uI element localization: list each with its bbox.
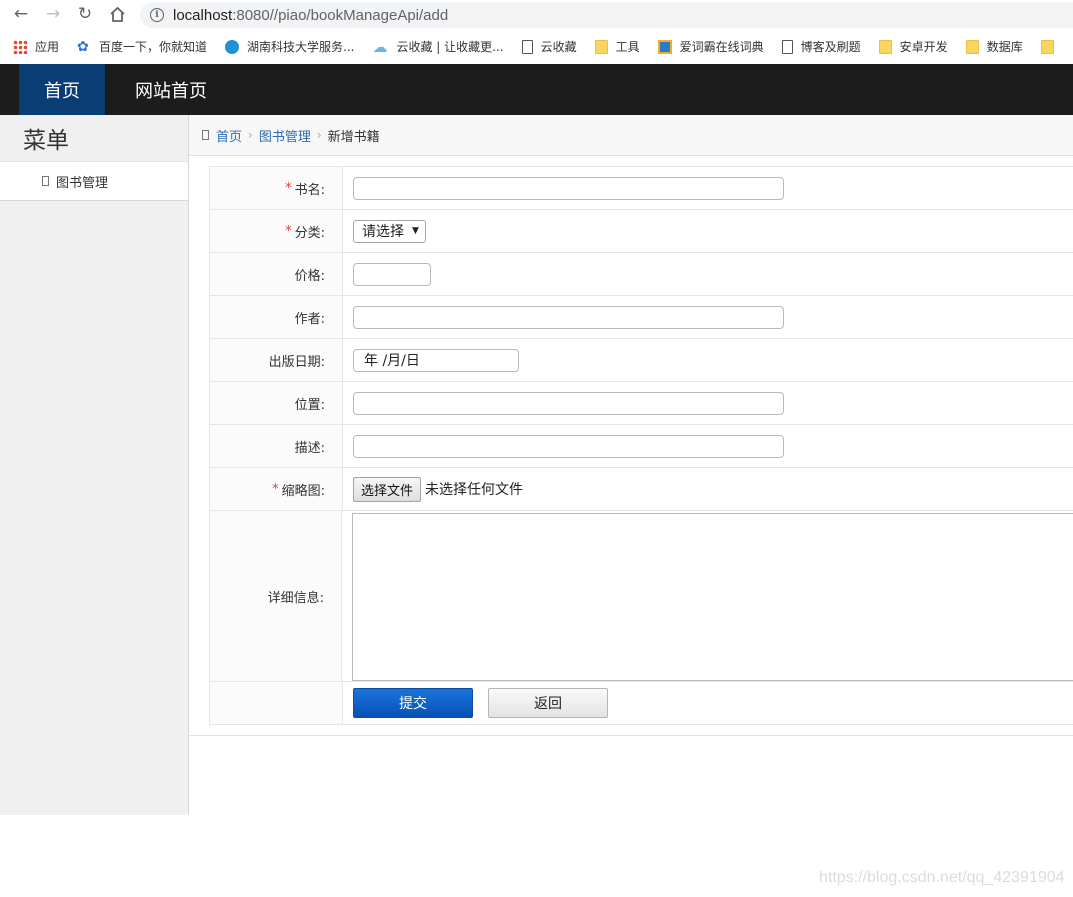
breadcrumb-current: 新增书籍: [327, 129, 380, 145]
apps-grid-icon: [13, 39, 27, 54]
bookmark-android[interactable]: 安卓开发: [878, 38, 948, 55]
info-icon[interactable]: i: [150, 8, 164, 22]
breadcrumb-home-icon: [202, 130, 209, 140]
bookmark-apps[interactable]: 应用: [13, 38, 59, 55]
dictionary-icon: [657, 39, 672, 54]
sidebar: 菜单 图书管理: [0, 115, 189, 815]
document-icon: [781, 39, 793, 54]
form-row-thumbnail: * 缩略图: 选择文件 未选择任何文件: [210, 468, 1073, 511]
category-selected-value: 请选择: [362, 224, 404, 240]
bookmark-cloud-favorites[interactable]: ☁ 云收藏 | 让收藏更...: [372, 38, 503, 56]
reload-icon[interactable]: ↻: [74, 3, 96, 25]
thumbnail-label: * 缩略图:: [210, 468, 343, 510]
watermark: https://blog.csdn.net/qq_42391904: [819, 869, 1065, 886]
home-icon[interactable]: [106, 3, 128, 25]
sidebar-title: 菜单: [23, 128, 69, 154]
choose-file-button[interactable]: 选择文件: [353, 476, 422, 502]
bookmark-cloud[interactable]: 云收藏: [521, 38, 577, 55]
required-mark: *: [272, 481, 279, 497]
required-mark: *: [285, 223, 292, 239]
form-row-author: 作者:: [210, 296, 1073, 339]
browser-toolbar: ← → ↻ i localhost:8080//piao/bookManageA…: [0, 0, 1073, 30]
form-row-detail: 详细信息:: [210, 511, 1073, 682]
address-bar[interactable]: i localhost:8080//piao/bookManageApi/add: [140, 2, 1073, 28]
bookmark-blog[interactable]: 博客及刷题: [781, 38, 861, 55]
school-logo-icon: [225, 39, 240, 54]
breadcrumb: 首页 › 图书管理 › 新增书籍: [189, 115, 1073, 156]
dropdown-caret-icon: ▼: [412, 226, 419, 236]
price-input[interactable]: [353, 262, 431, 286]
description-label: 描述:: [210, 425, 343, 467]
description-input[interactable]: [353, 434, 784, 458]
bookmark-iciba[interactable]: 爱词霸在线词典: [657, 38, 764, 55]
nav-home[interactable]: 首页: [19, 64, 105, 115]
name-input[interactable]: [353, 176, 784, 200]
form-row-actions: 提交 返回: [210, 682, 1073, 725]
back-arrow-icon[interactable]: ←: [10, 3, 32, 25]
cloud-icon: ☁: [372, 37, 388, 56]
form-area: * 书名: * 分类: 请选择 ▼ 价格: 作者: 出版日期: 年 /月/日 位…: [189, 156, 1073, 736]
add-book-form: * 书名: * 分类: 请选择 ▼ 价格: 作者: 出版日期: 年 /月/日 位…: [209, 166, 1073, 725]
bookmarks-bar: 应用 ✿ 百度一下，你就知道 湖南科技大学服务... ☁ 云收藏 | 让收藏更...…: [0, 33, 1073, 60]
document-icon: [521, 39, 533, 54]
required-mark: *: [285, 180, 292, 196]
chevron-right-icon: ›: [316, 128, 322, 142]
price-label: 价格:: [210, 253, 343, 295]
url-text: localhost:8080//piao/bookManageApi/add: [173, 6, 449, 24]
form-row-price: 价格:: [210, 253, 1073, 296]
detail-label: 详细信息:: [210, 511, 342, 681]
chevron-right-icon: ›: [248, 128, 253, 142]
bookmark-database[interactable]: 数据库: [965, 38, 1023, 55]
date-label: 出版日期:: [210, 339, 343, 381]
submit-button[interactable]: 提交: [353, 688, 473, 718]
bookmark-baidu[interactable]: ✿ 百度一下，你就知道: [77, 38, 207, 55]
bookmark-overflow[interactable]: [1040, 39, 1062, 54]
folder-icon: [878, 39, 892, 54]
bookmark-hnust[interactable]: 湖南科技大学服务...: [225, 38, 354, 55]
forward-arrow-icon[interactable]: →: [42, 3, 64, 25]
nav-site-home[interactable]: 网站首页: [135, 64, 207, 115]
location-label: 位置:: [210, 382, 343, 424]
breadcrumb-section[interactable]: 图书管理: [259, 126, 311, 145]
baidu-paw-icon: ✿: [77, 38, 89, 55]
menu-item-icon: [42, 176, 49, 186]
form-row-date: 出版日期: 年 /月/日: [210, 339, 1073, 382]
form-row-location: 位置:: [210, 382, 1073, 425]
breadcrumb-home[interactable]: 首页: [216, 126, 242, 145]
category-label: * 分类:: [210, 210, 343, 252]
detail-textarea[interactable]: [352, 513, 1073, 681]
sidebar-item-label: 图书管理: [56, 175, 109, 191]
folder-icon: [1040, 39, 1054, 54]
category-select[interactable]: 请选择 ▼: [353, 219, 426, 243]
author-label: 作者:: [210, 296, 343, 338]
form-row-description: 描述:: [210, 425, 1073, 468]
name-label: * 书名:: [210, 167, 343, 209]
actions-label-cell: [210, 682, 343, 724]
file-status-text: 未选择任何文件: [425, 482, 524, 498]
location-input[interactable]: [353, 391, 784, 415]
app-header: 首页 网站首页: [0, 64, 1073, 115]
folder-icon: [594, 39, 608, 54]
form-row-name: * 书名:: [210, 167, 1073, 210]
bookmark-tools[interactable]: 工具: [594, 38, 640, 55]
back-button[interactable]: 返回: [488, 688, 608, 718]
sidebar-item-book-management[interactable]: 图书管理: [0, 161, 188, 201]
author-input[interactable]: [353, 305, 784, 329]
form-row-category: * 分类: 请选择 ▼: [210, 210, 1073, 253]
publish-date-input[interactable]: 年 /月/日: [353, 348, 519, 372]
folder-icon: [965, 39, 979, 54]
